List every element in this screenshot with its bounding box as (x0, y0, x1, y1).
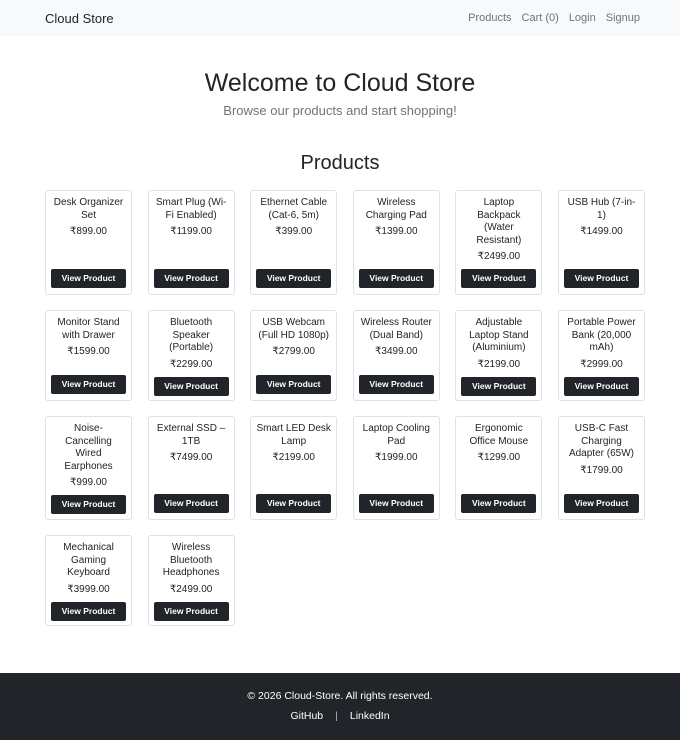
product-card: Mechanical Gaming Keyboard ₹3999.00 View P… (45, 535, 132, 626)
footer-separator: | (335, 710, 338, 722)
product-price: ₹2999.00 (580, 358, 623, 370)
product-card: Laptop Cooling Pad ₹1999.00 View Product (352, 416, 440, 520)
product-name: USB Webcam (Full HD 1080p) (258, 317, 329, 341)
product-price: ₹3999.00 (67, 583, 110, 595)
hero-subtitle: Browse our products and start shopping! (223, 103, 457, 118)
nav-links: Products Cart (0) Login Signup (468, 12, 640, 24)
product-price: ₹3499.00 (375, 346, 418, 357)
view-product-button[interactable]: View Product (153, 376, 229, 396)
product-name: Laptop Backpack (Water Resistant) (476, 197, 522, 246)
product-name: Adjustable Laptop Stand (Aluminium) (469, 317, 529, 353)
product-grid: Desk Organizer Set ₹899.00 View Product Sma… (45, 190, 645, 626)
view-product-button[interactable]: View Product (461, 269, 537, 288)
product-price: ₹2199.00 (272, 452, 315, 463)
product-price: ₹7499.00 (169, 452, 213, 463)
product-card: Ergonomic Office Mouse ₹1299.00 View Produ… (455, 416, 543, 520)
product-price: ₹2799.00 (272, 346, 315, 357)
product-card: External SSD – 1TB ₹7499.00 View Product (147, 416, 235, 520)
view-product-button[interactable]: View Product (51, 375, 126, 394)
product-name: Desk Organizer Set (53, 197, 124, 221)
product-name: Ergonomic Office Mouse (469, 423, 529, 447)
product-price: ₹1599.00 (67, 346, 110, 357)
product-price: ₹1199.00 (170, 226, 212, 237)
view-product-button[interactable]: View Product (358, 494, 434, 513)
view-product-button[interactable]: View Product (256, 269, 332, 288)
product-price: ₹2499.00 (477, 251, 521, 262)
product-name: Wireless Charging Pad (365, 197, 427, 221)
view-product-button[interactable]: View Product (461, 376, 537, 396)
product-card: Wireless Router (Dual Band) ₹3499.00 View … (352, 310, 440, 401)
nav-signup-link[interactable]: Signup (606, 12, 640, 24)
view-product-button[interactable]: View Product (563, 494, 639, 513)
product-price: ₹999.00 (70, 477, 107, 488)
product-name: Portable Power Bank (20,000 mAh) (567, 317, 636, 353)
product-name: External SSD – 1TB (156, 423, 226, 447)
hero-title: Welcome to Cloud Store (204, 69, 476, 97)
view-product-button[interactable]: View Product (153, 269, 229, 288)
product-name: Wireless Router (Dual Band) (360, 317, 432, 341)
view-product-button[interactable]: View Product (51, 269, 126, 288)
product-card: USB Webcam (Full HD 1080p) ₹2799.00 View P… (250, 310, 338, 401)
view-product-button[interactable]: View Product (563, 269, 639, 288)
product-card: Noise-Cancelling Wired Earphones ₹999.00 V… (45, 416, 132, 520)
hero-section: Welcome to Cloud Store Browse our produc… (0, 36, 680, 175)
product-name: Noise-Cancelling Wired Earphones (64, 423, 113, 472)
footer-links: GitHub | LinkedIn (0, 710, 680, 722)
product-price: ₹1299.00 (477, 452, 521, 463)
product-price: ₹399.00 (275, 226, 313, 237)
linkedin-link[interactable]: LinkedIn (350, 710, 390, 722)
product-card: Smart LED Desk Lamp ₹2199.00 View Product (250, 416, 338, 520)
nav-login-link[interactable]: Login (569, 12, 596, 24)
product-price: ₹1499.00 (580, 226, 623, 237)
product-card: USB Hub (7-in-1) ₹1499.00 View Product (557, 190, 645, 295)
product-card: Smart Plug (Wi-Fi Enabled) ₹1199.00 View P… (147, 190, 235, 295)
product-price: ₹1999.00 (375, 452, 418, 463)
product-name: Wireless Bluetooth Headphones (162, 542, 220, 578)
view-product-button[interactable]: View Product (358, 375, 434, 394)
product-card: Monitor Stand with Drawer ₹1599.00 View Pr… (45, 310, 132, 401)
product-name: Laptop Cooling Pad (362, 423, 430, 447)
product-name: USB Hub (7-in-1) (567, 197, 636, 221)
view-product-button[interactable]: View Product (153, 494, 229, 513)
product-name: Monitor Stand with Drawer (57, 317, 120, 341)
product-name: Mechanical Gaming Keyboard (63, 542, 114, 578)
product-price: ₹2299.00 (169, 358, 213, 370)
view-product-button[interactable]: View Product (153, 601, 229, 621)
view-product-button[interactable]: View Product (51, 495, 126, 514)
product-price: ₹2499.00 (169, 583, 213, 595)
product-card: Adjustable Laptop Stand (Aluminium) ₹2199… (455, 310, 543, 401)
view-product-button[interactable]: View Product (51, 601, 126, 621)
product-price: ₹1399.00 (375, 226, 418, 237)
product-name: USB-C Fast Charging Adapter (65W) (568, 423, 634, 459)
product-card: Wireless Bluetooth Headphones ₹2499.00 Vie… (147, 535, 235, 626)
footer: © 2026 Cloud-Store. All rights reserved.… (0, 673, 680, 740)
navbar: Cloud Store Products Cart (0) Login Sign… (0, 0, 680, 36)
product-card: USB-C Fast Charging Adapter (65W) ₹1799.0… (557, 416, 645, 520)
view-product-button[interactable]: View Product (563, 376, 639, 396)
product-name: Bluetooth Speaker (Portable) (169, 317, 214, 353)
product-price: ₹1799.00 (580, 464, 623, 476)
product-card: Desk Organizer Set ₹899.00 View Product (45, 190, 132, 295)
github-link[interactable]: GitHub (290, 710, 323, 722)
brand-link[interactable]: Cloud Store (45, 11, 114, 26)
product-price: ₹899.00 (70, 226, 107, 237)
product-card: Portable Power Bank (20,000 mAh) ₹2999.00… (557, 310, 645, 401)
product-price: ₹2199.00 (477, 358, 521, 370)
product-name: Smart LED Desk Lamp (256, 423, 331, 447)
view-product-button[interactable]: View Product (256, 494, 332, 513)
product-card: Wireless Charging Pad ₹1399.00 View Produc… (352, 190, 440, 295)
products-heading: Products (300, 152, 380, 174)
nav-products-link[interactable]: Products (468, 12, 511, 24)
product-card: Laptop Backpack (Water Resistant) ₹2499.0… (455, 190, 543, 295)
view-product-button[interactable]: View Product (256, 375, 332, 394)
product-name: Smart Plug (Wi-Fi Enabled) (155, 197, 227, 221)
product-card: Bluetooth Speaker (Portable) ₹2299.00 View… (147, 310, 235, 401)
product-name: Ethernet Cable (Cat-6, 5m) (260, 197, 328, 221)
nav-cart-link[interactable]: Cart (0) (522, 12, 559, 24)
product-card: Ethernet Cable (Cat-6, 5m) ₹399.00 View Pr… (250, 190, 338, 295)
view-product-button[interactable]: View Product (461, 494, 537, 513)
view-product-button[interactable]: View Product (358, 269, 434, 288)
footer-copyright: © 2026 Cloud-Store. All rights reserved. (247, 690, 433, 702)
